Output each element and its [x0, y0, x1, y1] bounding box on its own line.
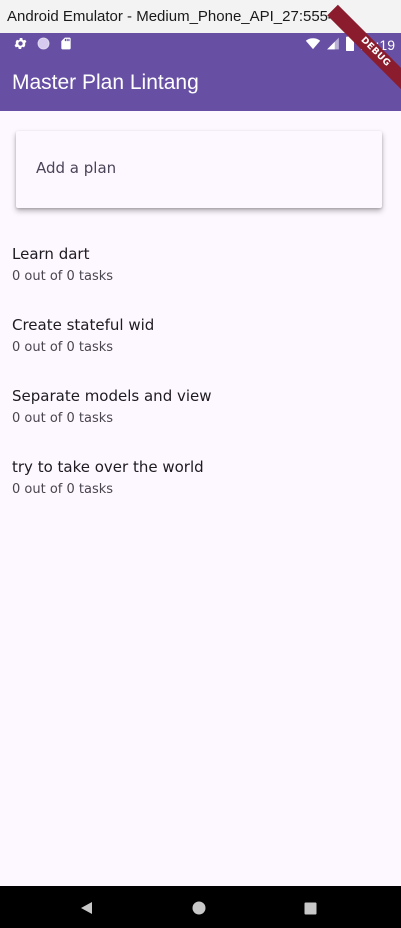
app-title: Master Plan Lintang	[12, 71, 199, 94]
plan-name: try to take over the world	[12, 458, 204, 476]
plan-progress: 0 out of 0 tasks	[12, 340, 114, 355]
home-icon[interactable]	[189, 898, 209, 918]
gear-icon	[13, 36, 28, 55]
plan-list-item[interactable]: try to take over the world 0 out of 0 ta…	[0, 450, 401, 521]
plan-name: Separate models and view	[12, 387, 212, 405]
window-title: Android Emulator - Medium_Phone_API_27:5…	[7, 8, 337, 25]
circle-icon	[36, 36, 51, 55]
add-plan-card	[16, 131, 382, 208]
plan-progress: 0 out of 0 tasks	[12, 482, 114, 497]
plan-progress: 0 out of 0 tasks	[12, 269, 114, 284]
plan-list-item[interactable]: Separate models and view 0 out of 0 task…	[0, 379, 401, 450]
status-left-icons	[13, 36, 73, 55]
system-nav-bar	[0, 886, 401, 928]
plan-list-item[interactable]: Learn dart 0 out of 0 tasks	[0, 237, 401, 308]
status-bar: 10:19	[0, 33, 401, 56]
wifi-icon	[305, 36, 321, 55]
signal-icon	[326, 36, 340, 55]
add-plan-input[interactable]	[36, 159, 356, 177]
app-bar: Master Plan Lintang	[0, 56, 401, 111]
plan-name: Learn dart	[12, 245, 90, 263]
recents-icon[interactable]	[300, 898, 320, 918]
sd-card-icon	[59, 36, 73, 55]
plan-name: Create stateful wid	[12, 316, 155, 334]
back-icon[interactable]	[76, 898, 96, 918]
plan-list-item[interactable]: Create stateful wid 0 out of 0 tasks	[0, 308, 401, 379]
plan-progress: 0 out of 0 tasks	[12, 411, 114, 426]
